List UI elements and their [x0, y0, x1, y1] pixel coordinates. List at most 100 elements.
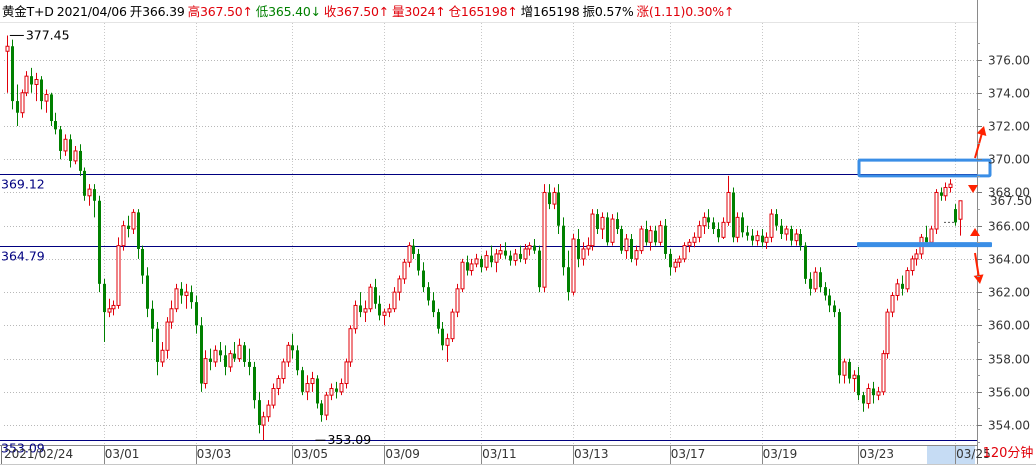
candle[interactable] [620, 225, 623, 254]
candle[interactable] [412, 238, 415, 259]
candle[interactable] [790, 225, 793, 246]
candle[interactable] [219, 341, 222, 362]
candle[interactable] [610, 214, 615, 246]
candle[interactable] [348, 325, 353, 367]
candle[interactable] [794, 229, 799, 246]
candle[interactable] [490, 245, 493, 268]
candle[interactable] [266, 400, 271, 422]
candle[interactable] [848, 358, 851, 384]
candle[interactable] [79, 144, 82, 176]
candle[interactable] [432, 292, 435, 318]
candle[interactable] [184, 283, 189, 309]
candle[interactable] [692, 232, 697, 248]
candle[interactable] [16, 84, 19, 127]
candle[interactable] [780, 219, 783, 239]
candle[interactable] [93, 184, 96, 218]
candle[interactable] [857, 366, 860, 401]
candle[interactable] [329, 383, 334, 401]
candle[interactable] [363, 300, 368, 323]
candle[interactable] [819, 267, 822, 293]
candle[interactable] [40, 76, 43, 110]
candle[interactable] [761, 229, 764, 248]
candle[interactable] [876, 386, 881, 401]
candle[interactable] [169, 300, 174, 329]
candle[interactable] [905, 267, 910, 293]
candle[interactable] [552, 187, 557, 210]
candle[interactable] [63, 134, 68, 156]
candle[interactable] [645, 220, 648, 246]
candle[interactable] [538, 245, 541, 293]
candle[interactable] [146, 267, 149, 318]
candle[interactable] [224, 345, 227, 376]
candle[interactable] [769, 209, 774, 243]
candle[interactable] [833, 300, 836, 318]
candle[interactable] [735, 212, 740, 243]
candle[interactable] [581, 242, 586, 266]
candle[interactable] [673, 258, 678, 273]
candle[interactable] [44, 89, 49, 113]
candle[interactable] [374, 278, 377, 309]
candle[interactable] [527, 242, 532, 256]
candle[interactable] [301, 366, 304, 396]
candle[interactable] [107, 298, 112, 318]
candle[interactable] [838, 308, 841, 384]
candle[interactable] [286, 341, 291, 367]
candle[interactable] [755, 230, 760, 246]
candle[interactable] [455, 283, 460, 318]
candle[interactable] [717, 222, 720, 243]
candle[interactable] [324, 391, 329, 421]
candle[interactable] [885, 308, 890, 359]
candle[interactable] [103, 278, 106, 342]
candle[interactable] [954, 204, 957, 226]
candle[interactable] [562, 217, 565, 276]
candle[interactable] [881, 350, 886, 396]
candle[interactable] [751, 229, 754, 246]
candle[interactable] [504, 242, 507, 259]
candle[interactable] [677, 255, 682, 268]
candle[interactable] [180, 282, 183, 304]
candle[interactable] [98, 195, 101, 293]
candle[interactable] [253, 361, 256, 409]
candle[interactable] [174, 283, 179, 313]
candle[interactable] [73, 145, 78, 165]
candle[interactable] [417, 248, 420, 276]
candle[interactable] [567, 250, 570, 301]
candle[interactable] [87, 184, 92, 206]
candle[interactable] [392, 287, 397, 313]
candle[interactable] [606, 212, 609, 246]
candle[interactable] [474, 253, 479, 268]
candle[interactable] [237, 338, 242, 362]
candle[interactable] [156, 322, 159, 376]
candle[interactable] [712, 217, 715, 234]
candle[interactable] [799, 229, 802, 251]
candlestick-chart[interactable]: 369.12 364.79 353.09 377.45 353.09 354.00 35… [0, 0, 1036, 465]
candle[interactable] [296, 345, 299, 376]
candle[interactable] [948, 179, 953, 193]
candle[interactable] [248, 348, 251, 376]
candle[interactable] [804, 242, 807, 284]
candle[interactable] [460, 258, 465, 293]
candle[interactable] [5, 35, 10, 93]
candle[interactable] [316, 375, 319, 409]
candle[interactable] [533, 238, 536, 254]
candle[interactable] [20, 89, 25, 118]
candle[interactable] [160, 341, 165, 367]
candle[interactable] [775, 209, 778, 231]
candle[interactable] [784, 225, 789, 241]
candle[interactable] [542, 184, 547, 293]
candle[interactable] [233, 341, 236, 362]
candle[interactable] [746, 225, 749, 241]
candle[interactable] [519, 245, 522, 263]
candle[interactable] [281, 358, 286, 384]
candle[interactable] [422, 262, 425, 293]
candle[interactable] [320, 400, 323, 422]
candle[interactable] [590, 209, 595, 251]
candle[interactable] [437, 308, 440, 334]
candle[interactable] [131, 209, 136, 234]
candle[interactable] [890, 292, 895, 318]
candle[interactable] [111, 300, 116, 316]
candle[interactable] [378, 295, 381, 321]
candle[interactable] [310, 371, 315, 392]
candle[interactable] [441, 322, 444, 351]
candle[interactable] [203, 350, 208, 389]
